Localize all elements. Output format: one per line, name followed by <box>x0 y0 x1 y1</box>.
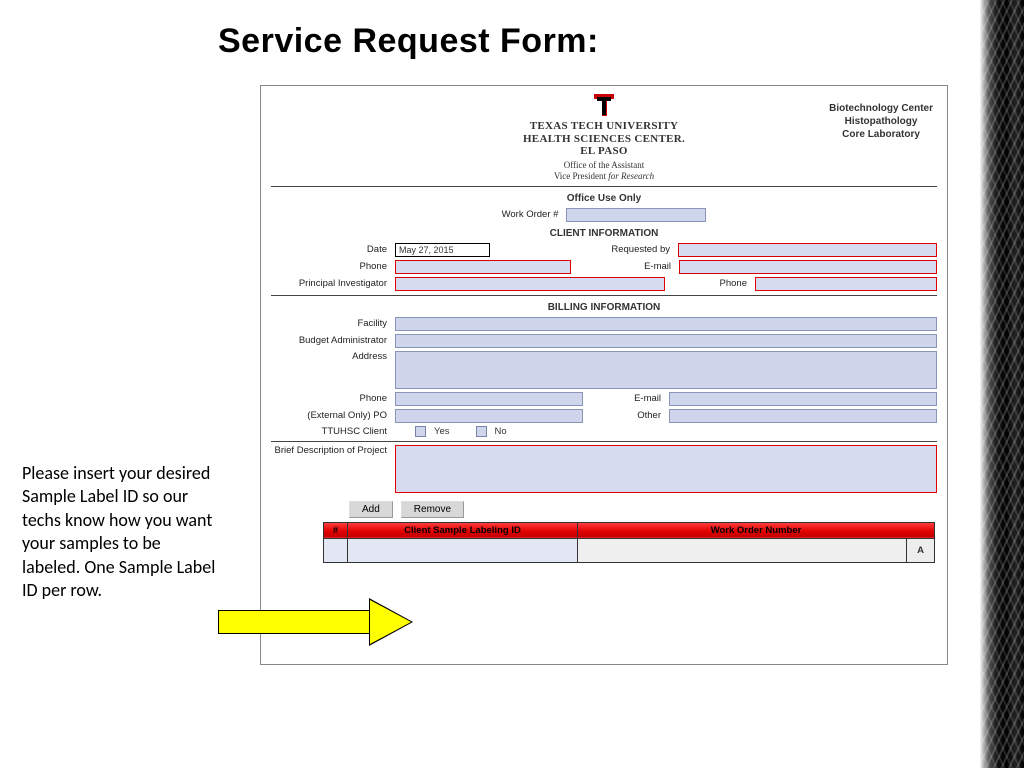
col-sample: Client Sample Labeling ID <box>348 522 578 538</box>
other-field[interactable] <box>669 409 937 423</box>
email-field[interactable] <box>679 260 937 274</box>
address-field[interactable] <box>395 351 937 389</box>
col-num: # <box>324 522 348 538</box>
divider <box>271 295 937 296</box>
col-wo: Work Order Number <box>578 522 935 538</box>
billing-heading: BILLING INFORMATION <box>271 302 937 313</box>
table-header-row: # Client Sample Labeling ID Work Order N… <box>324 522 935 538</box>
phone-field[interactable] <box>395 260 571 274</box>
date-label: Date <box>271 244 391 255</box>
divider <box>271 186 937 187</box>
client-heading: CLIENT INFORMATION <box>271 228 937 239</box>
bill-email-field[interactable] <box>669 392 937 406</box>
requested-by-field[interactable] <box>678 243 937 257</box>
cell-work-order[interactable] <box>578 538 907 562</box>
project-textarea[interactable] <box>395 445 937 493</box>
work-order-row: Work Order # <box>271 208 937 222</box>
yes-label: Yes <box>434 426 450 437</box>
ttuhsc-client-label: TTUHSC Client <box>271 426 391 437</box>
no-checkbox[interactable] <box>476 426 487 437</box>
office-subtitle: Office of the Assistant Vice President f… <box>271 160 937 182</box>
remove-button[interactable]: Remove <box>401 501 464 518</box>
bill-phone-field[interactable] <box>395 392 583 406</box>
sample-table: # Client Sample Labeling ID Work Order N… <box>323 522 935 563</box>
decorative-strip <box>980 0 1024 768</box>
pi-field[interactable] <box>395 277 665 291</box>
budget-admin-field[interactable] <box>395 334 937 348</box>
ext-po-field[interactable] <box>395 409 583 423</box>
office-use-heading: Office Use Only <box>271 193 937 204</box>
form-page: TEXAS TECH UNIVERSITY HEALTH SCIENCES CE… <box>260 85 948 665</box>
bill-phone-label: Phone <box>271 393 391 404</box>
slide-title: Service Request Form: <box>218 22 599 61</box>
work-order-label: Work Order # <box>502 209 563 220</box>
facility-field[interactable] <box>395 317 937 331</box>
budget-admin-label: Budget Administrator <box>271 335 391 346</box>
pi-phone-field[interactable] <box>755 277 937 291</box>
department-box: Biotechnology Center Histopathology Core… <box>829 102 933 141</box>
yes-checkbox[interactable] <box>415 426 426 437</box>
cell-num[interactable] <box>324 538 348 562</box>
cell-sample-id[interactable] <box>348 538 578 562</box>
requested-by-label: Requested by <box>592 244 674 255</box>
phone-label: Phone <box>271 261 391 272</box>
no-label: No <box>495 426 507 437</box>
address-label: Address <box>271 351 391 362</box>
work-order-field[interactable] <box>566 208 706 222</box>
instruction-note: Please insert your desired Sample Label … <box>22 462 218 602</box>
pi-phone-label: Phone <box>669 278 751 289</box>
arrow-icon <box>218 598 426 646</box>
ttu-logo-icon <box>594 94 614 118</box>
form-header: TEXAS TECH UNIVERSITY HEALTH SCIENCES CE… <box>271 94 937 182</box>
bill-email-label: E-mail <box>587 393 665 404</box>
add-button[interactable]: Add <box>349 501 393 518</box>
ext-po-label: (External Only) PO <box>271 410 391 421</box>
table-row: A <box>324 538 935 562</box>
table-buttons: Add Remove <box>349 501 937 518</box>
slide: Service Request Form: TEXAS TECH UNIVERS… <box>0 0 980 768</box>
email-label: E-mail <box>593 261 675 272</box>
project-label: Brief Description of Project <box>271 445 391 456</box>
cell-a: A <box>907 538 935 562</box>
divider <box>271 441 937 442</box>
date-field[interactable]: May 27, 2015 <box>395 243 490 257</box>
other-label: Other <box>587 410 665 421</box>
pi-label: Principal Investigator <box>271 278 391 289</box>
facility-label: Facility <box>271 318 391 329</box>
